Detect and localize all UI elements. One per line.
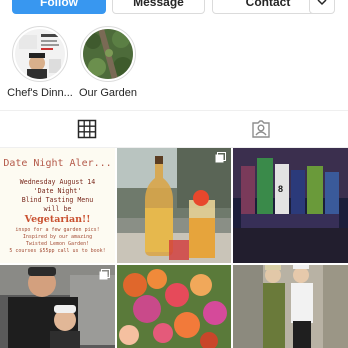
post-tile-flowers[interactable] xyxy=(117,265,231,348)
contact-button[interactable]: Contact xyxy=(212,0,324,14)
flyer-highlight: Vegetarian!! xyxy=(24,214,91,225)
tab-posts-grid[interactable] xyxy=(57,111,117,147)
profile-actions: Follow Message Contact xyxy=(12,0,336,14)
highlight-label: Our Garden xyxy=(78,87,138,99)
flyer-line: 'Date Night' xyxy=(33,187,82,195)
message-button[interactable]: Message xyxy=(112,0,205,14)
post-tile-chef-photo[interactable] xyxy=(0,265,115,348)
post-image xyxy=(233,265,348,348)
more-options-button[interactable] xyxy=(309,0,335,14)
follow-button[interactable]: Follow xyxy=(12,0,106,14)
flyer-line: Twisted Lemon Garden! xyxy=(25,241,90,247)
highlight-cover-image xyxy=(15,29,65,79)
profile-tabs xyxy=(0,110,348,148)
story-highlights: Chef's Dinn... Our Garden xyxy=(0,26,348,104)
chevron-down-icon xyxy=(317,0,327,6)
multiple-photos-icon xyxy=(215,152,226,163)
post-tile-date-night-flyer[interactable]: Date Night Aler... Wednesday August 14 '… xyxy=(0,148,115,263)
svg-text:8: 8 xyxy=(278,184,283,194)
highlight-our-garden[interactable]: Our Garden xyxy=(68,26,148,99)
flyer-title: Date Night Aler... xyxy=(3,158,112,169)
flyer-line: Inspired by our amazing xyxy=(22,234,93,240)
grid-icon xyxy=(77,119,97,139)
post-tile-beer-cans[interactable]: 8 xyxy=(233,148,348,263)
post-image xyxy=(117,148,231,263)
post-image xyxy=(117,265,231,348)
multiple-photos-icon xyxy=(99,269,110,280)
highlight-cover-image xyxy=(83,29,133,79)
posts-grid: Date Night Aler... Wednesday August 14 '… xyxy=(0,148,348,348)
flyer-line: Wednesday August 14 xyxy=(19,178,96,186)
highlight-ring xyxy=(80,26,136,82)
flyer-line: will be xyxy=(43,205,72,213)
highlight-ring xyxy=(12,26,68,82)
post-tile-team-photo[interactable] xyxy=(233,265,348,348)
post-image xyxy=(0,265,115,348)
flyer-line: Blind Tasting Menu xyxy=(21,196,94,204)
post-tile-drinks[interactable] xyxy=(117,148,231,263)
tagged-icon xyxy=(252,120,270,138)
flyer-line: 5 courses $55pp call us to book! xyxy=(9,248,106,254)
post-image: 8 xyxy=(233,148,348,263)
flyer-line: inspo for a few garden pics! xyxy=(15,227,100,233)
tab-tagged[interactable] xyxy=(231,111,291,147)
